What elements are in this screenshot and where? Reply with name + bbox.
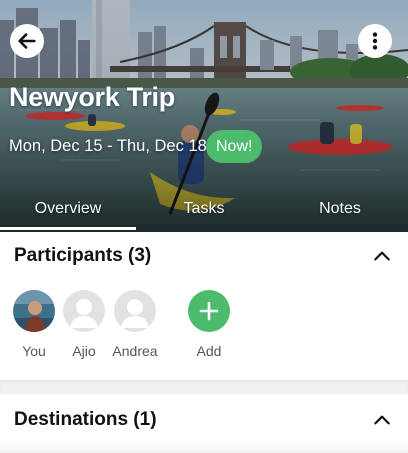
arrow-left-icon bbox=[18, 33, 36, 49]
add-participant-button[interactable]: Add bbox=[174, 290, 244, 359]
participants-title: Participants (3) bbox=[14, 245, 152, 266]
destinations-title: Destinations (1) bbox=[14, 409, 157, 430]
tab-notes[interactable]: Notes bbox=[272, 186, 408, 232]
avatar-placeholder-icon bbox=[114, 290, 156, 332]
avatar-placeholder-icon bbox=[63, 290, 105, 332]
trip-hero: Newyork Trip Mon, Dec 15 - Thu, Dec 18 N… bbox=[0, 0, 408, 232]
plus-icon bbox=[188, 290, 230, 332]
chevron-up-icon[interactable] bbox=[370, 408, 394, 432]
participant-name: Ajio bbox=[72, 343, 96, 359]
tab-tasks[interactable]: Tasks bbox=[136, 186, 272, 232]
participant-name: Andrea bbox=[112, 343, 158, 359]
trip-title: Newyork Trip bbox=[9, 82, 175, 112]
tab-overview[interactable]: Overview bbox=[0, 186, 136, 232]
back-button[interactable] bbox=[10, 24, 44, 58]
trip-dates: Mon, Dec 15 - Thu, Dec 18 bbox=[9, 137, 207, 155]
add-label: Add bbox=[196, 343, 222, 359]
participant-andrea[interactable]: Andrea bbox=[100, 290, 170, 359]
tab-bar: Overview Tasks Notes bbox=[0, 186, 408, 232]
participant-name: You bbox=[22, 343, 46, 359]
chevron-up-icon[interactable] bbox=[370, 244, 394, 268]
more-vertical-icon bbox=[372, 32, 378, 50]
participants-section-header[interactable]: Participants (3) bbox=[0, 232, 408, 280]
participants-list: You Ajio Andrea Add bbox=[0, 290, 408, 376]
more-options-button[interactable] bbox=[358, 24, 392, 58]
section-divider bbox=[0, 380, 408, 394]
section-bottom-fade bbox=[0, 440, 408, 453]
now-badge: Now! bbox=[206, 130, 263, 163]
destinations-section-header[interactable]: Destinations (1) bbox=[0, 396, 408, 444]
